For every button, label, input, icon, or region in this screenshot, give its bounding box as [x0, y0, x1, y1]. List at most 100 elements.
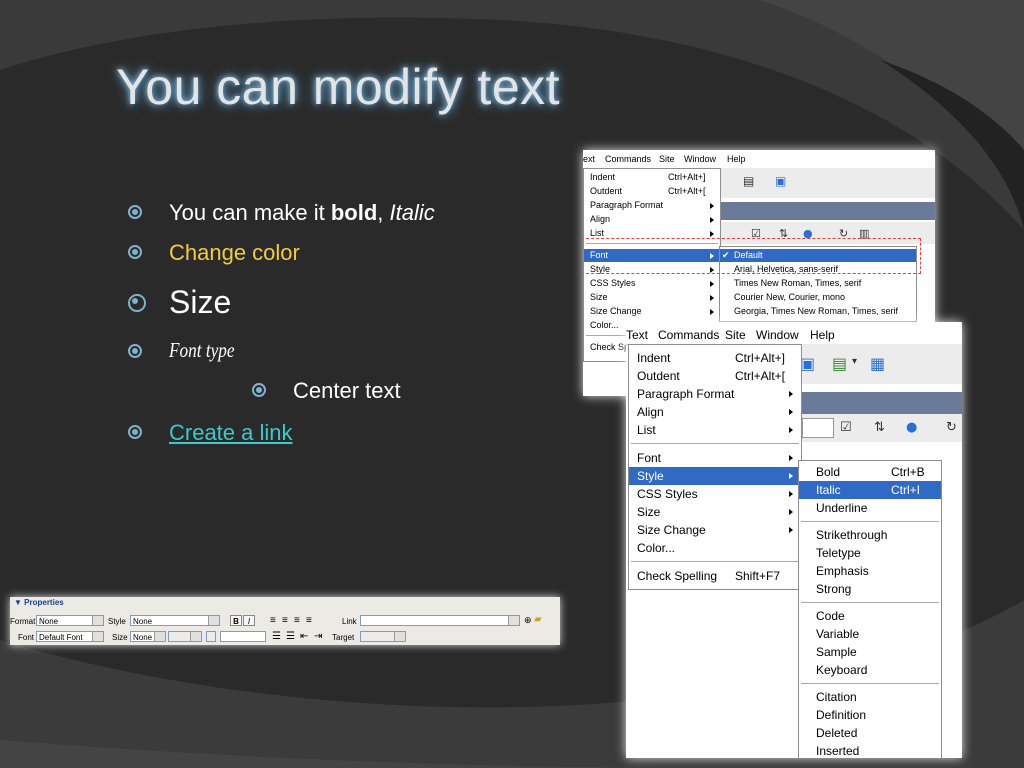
bullet-icon	[128, 294, 146, 312]
submenu-arrow-icon	[710, 203, 714, 209]
checkmark-icon[interactable]: ☑	[840, 420, 852, 435]
create-link[interactable]: Create a link	[169, 420, 293, 446]
menu-item-check-spelling[interactable]: Check Spelling Shift+F7	[629, 567, 801, 585]
format-select[interactable]: None	[36, 615, 104, 626]
bullet-icon	[128, 245, 142, 259]
bold-button[interactable]: B	[230, 615, 242, 626]
color-input[interactable]	[220, 631, 266, 642]
document-icon[interactable]: ▤	[832, 354, 847, 373]
menu-item-paragraph-format[interactable]: Paragraph Format	[629, 385, 801, 403]
submenu-arrow-icon	[789, 473, 793, 479]
submenu-arrow-icon	[710, 295, 714, 301]
align-right-icon[interactable]: ≡	[294, 615, 300, 626]
menubar-window[interactable]: Window	[684, 154, 716, 164]
menubar-help[interactable]: Help	[727, 154, 746, 164]
menu-item-size-change[interactable]: Size Change	[629, 521, 801, 539]
menu-item-size-change[interactable]: Size Change	[584, 305, 720, 318]
style-option-definition[interactable]: Definition	[799, 706, 941, 724]
menu-item-align[interactable]: Align	[584, 213, 720, 226]
menu-item-align[interactable]: Align	[629, 403, 801, 421]
refresh-icon[interactable]: ↻	[946, 420, 957, 435]
link-input[interactable]	[360, 615, 520, 626]
menu-item-indent[interactable]: Indent Ctrl+Alt+]	[584, 171, 720, 184]
submenu-arrow-icon	[710, 281, 714, 287]
bold-word: bold	[330, 200, 378, 225]
justify-icon[interactable]: ≡	[306, 615, 312, 626]
menu-item-outdent[interactable]: Outdent Ctrl+Alt+[	[584, 185, 720, 198]
slide-title: You can modify text	[116, 59, 561, 115]
style-option-keyboard[interactable]: Keyboard	[799, 661, 941, 679]
menubar-site[interactable]: Site	[659, 154, 675, 164]
server-icon[interactable]: ▦	[870, 354, 885, 373]
chevron-down-icon[interactable]: ▾	[852, 356, 857, 367]
menu-item-paragraph-format[interactable]: Paragraph Format	[584, 199, 720, 212]
font-option-times[interactable]: Times New Roman, Times, serif	[720, 277, 916, 290]
submenu-arrow-icon	[789, 491, 793, 497]
style-select[interactable]: None	[130, 615, 220, 626]
style-option-underline[interactable]: Underline	[799, 499, 941, 517]
title-input[interactable]	[802, 418, 834, 438]
document-tab-bar	[798, 392, 962, 414]
menu-item-size[interactable]: Size	[629, 503, 801, 521]
properties-header[interactable]: ▼ Properties	[14, 598, 64, 607]
font-option-courier[interactable]: Courier New, Courier, mono	[720, 291, 916, 304]
preview-icon[interactable]: ▣	[775, 174, 786, 188]
style-option-teletype[interactable]: Teletype	[799, 544, 941, 562]
link-label: Link	[342, 617, 357, 626]
menu-item-indent[interactable]: Indent Ctrl+Alt+]	[629, 349, 801, 367]
chevron-down-icon	[154, 632, 165, 641]
font-select[interactable]: Default Font	[36, 631, 104, 642]
style-option-bold[interactable]: Bold Ctrl+B	[799, 463, 941, 481]
menubar: ext Commands Site Window Help	[583, 150, 935, 169]
style-option-strong[interactable]: Strong	[799, 580, 941, 598]
style-option-deleted[interactable]: Deleted	[799, 724, 941, 742]
italic-button[interactable]: I	[243, 615, 255, 626]
menu-item-outdent[interactable]: Outdent Ctrl+Alt+[	[629, 367, 801, 385]
font-highlight-box	[583, 238, 921, 274]
menu-item-color[interactable]: Color...	[629, 539, 801, 557]
bullet-icon	[128, 205, 142, 219]
size-select[interactable]: None	[130, 631, 166, 642]
align-center-icon[interactable]: ≡	[282, 615, 288, 626]
style-option-sample[interactable]: Sample	[799, 643, 941, 661]
indent-icon[interactable]: ⇥	[314, 631, 322, 642]
menubar-text[interactable]: ext	[583, 154, 595, 164]
document-icon[interactable]: ▤	[743, 174, 754, 188]
submenu-arrow-icon	[710, 231, 714, 237]
size-unit-select[interactable]	[168, 631, 202, 642]
menubar-commands[interactable]: Commands	[605, 154, 651, 164]
style-option-inserted[interactable]: Inserted	[799, 742, 941, 758]
chevron-down-icon	[508, 616, 519, 625]
style-option-italic[interactable]: Italic Ctrl+I	[799, 481, 941, 499]
menubar-help[interactable]: Help	[810, 328, 835, 342]
align-left-icon[interactable]: ≡	[270, 615, 276, 626]
style-option-variable[interactable]: Variable	[799, 625, 941, 643]
menu-item-font[interactable]: Font	[629, 449, 801, 467]
style-option-citation[interactable]: Citation	[799, 688, 941, 706]
outdent-icon[interactable]: ⇤	[300, 631, 308, 642]
ordered-list-icon[interactable]: ☰	[286, 631, 295, 642]
unordered-list-icon[interactable]: ☰	[272, 631, 281, 642]
style-option-strikethrough[interactable]: Strikethrough	[799, 526, 941, 544]
style-option-code[interactable]: Code	[799, 607, 941, 625]
menu-item-css-styles[interactable]: CSS Styles	[629, 485, 801, 503]
menubar-window[interactable]: Window	[756, 328, 799, 342]
menu-item-style[interactable]: Style	[629, 467, 801, 485]
style-option-emphasis[interactable]: Emphasis	[799, 562, 941, 580]
folder-icon[interactable]: ▰	[534, 614, 542, 625]
menu-separator	[631, 443, 799, 444]
point-to-file-icon[interactable]: ⊕	[524, 615, 532, 626]
target-select[interactable]	[360, 631, 406, 642]
color-swatch[interactable]	[206, 631, 216, 642]
menubar-commands[interactable]: Commands	[658, 328, 719, 342]
menu-item-size[interactable]: Size	[584, 291, 720, 304]
menubar-site[interactable]: Site	[725, 328, 746, 342]
menubar-text[interactable]: Text	[626, 328, 648, 342]
menu-item-list[interactable]: List	[629, 421, 801, 439]
globe-icon[interactable]: ●	[906, 420, 917, 435]
format-label: Format	[10, 617, 36, 626]
sort-icon[interactable]: ⇅	[874, 420, 885, 435]
preview-icon[interactable]: ▣	[800, 354, 815, 373]
font-option-georgia[interactable]: Georgia, Times New Roman, Times, serif	[720, 305, 916, 318]
menu-item-css-styles[interactable]: CSS Styles	[584, 277, 720, 290]
